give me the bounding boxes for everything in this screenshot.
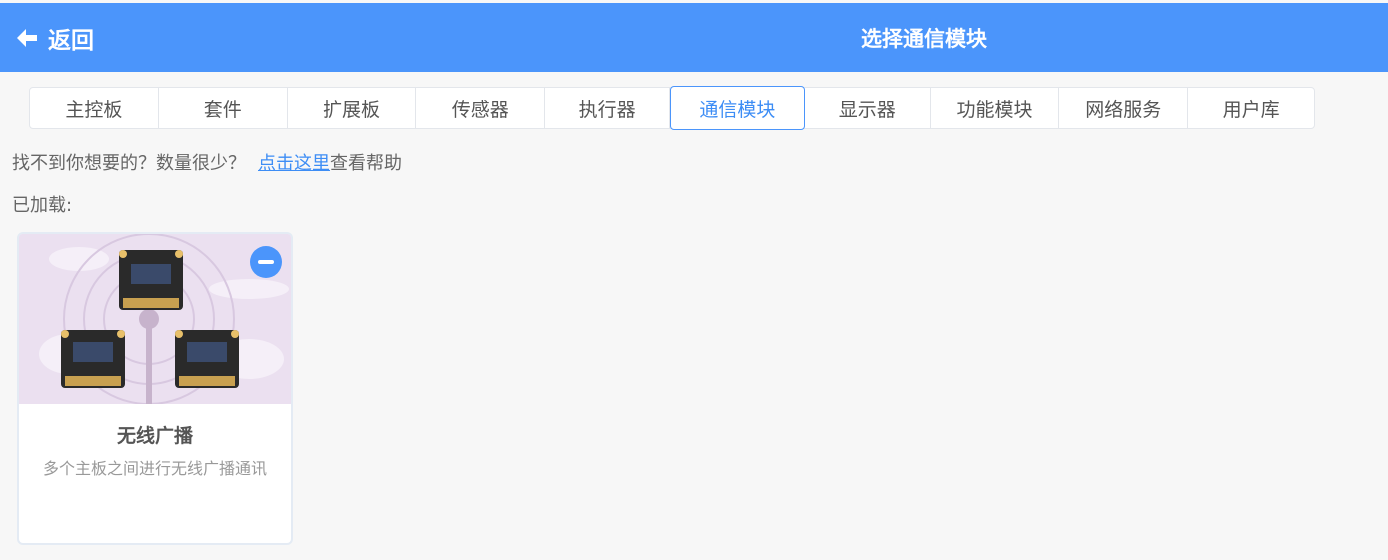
- back-label: 返回: [48, 27, 94, 54]
- header-bar: 返回 选择通信模块: [0, 3, 1388, 72]
- tab-actuators[interactable]: 执行器: [545, 88, 670, 128]
- help-suffix: 查看帮助: [330, 153, 402, 174]
- arrow-left-icon: [16, 28, 38, 48]
- tab-user-library[interactable]: 用户库: [1188, 88, 1314, 128]
- tab-sensors[interactable]: 传感器: [416, 88, 546, 128]
- page-title: 选择通信模块: [861, 26, 987, 51]
- tab-main-board[interactable]: 主控板: [30, 88, 159, 128]
- minus-circle-icon[interactable]: [250, 246, 282, 278]
- help-message: 找不到你想要的？数量很少？: [12, 153, 246, 174]
- loaded-label: 已加载:: [12, 195, 73, 216]
- help-text: 找不到你想要的？数量很少？ 点击这里查看帮助: [12, 149, 402, 175]
- category-tabs: 主控板 套件 扩展板 传感器 执行器 通信模块 显示器 功能模块 网络服务 用户…: [29, 86, 1315, 130]
- tab-function-modules[interactable]: 功能模块: [931, 88, 1060, 128]
- module-card[interactable]: 无线广播 多个主板之间进行无线广播通讯: [17, 232, 293, 545]
- back-button[interactable]: 返回: [16, 3, 94, 72]
- help-link[interactable]: 点击这里: [258, 153, 330, 174]
- card-description: 多个主板之间进行无线广播通讯: [42, 459, 267, 478]
- card-title: 无线广播: [116, 425, 193, 447]
- tab-communication[interactable]: 通信模块: [670, 86, 805, 130]
- tab-kits[interactable]: 套件: [159, 88, 288, 128]
- tab-network-services[interactable]: 网络服务: [1059, 88, 1189, 128]
- tab-expansion-board[interactable]: 扩展板: [288, 88, 417, 128]
- tab-displays[interactable]: 显示器: [805, 88, 931, 128]
